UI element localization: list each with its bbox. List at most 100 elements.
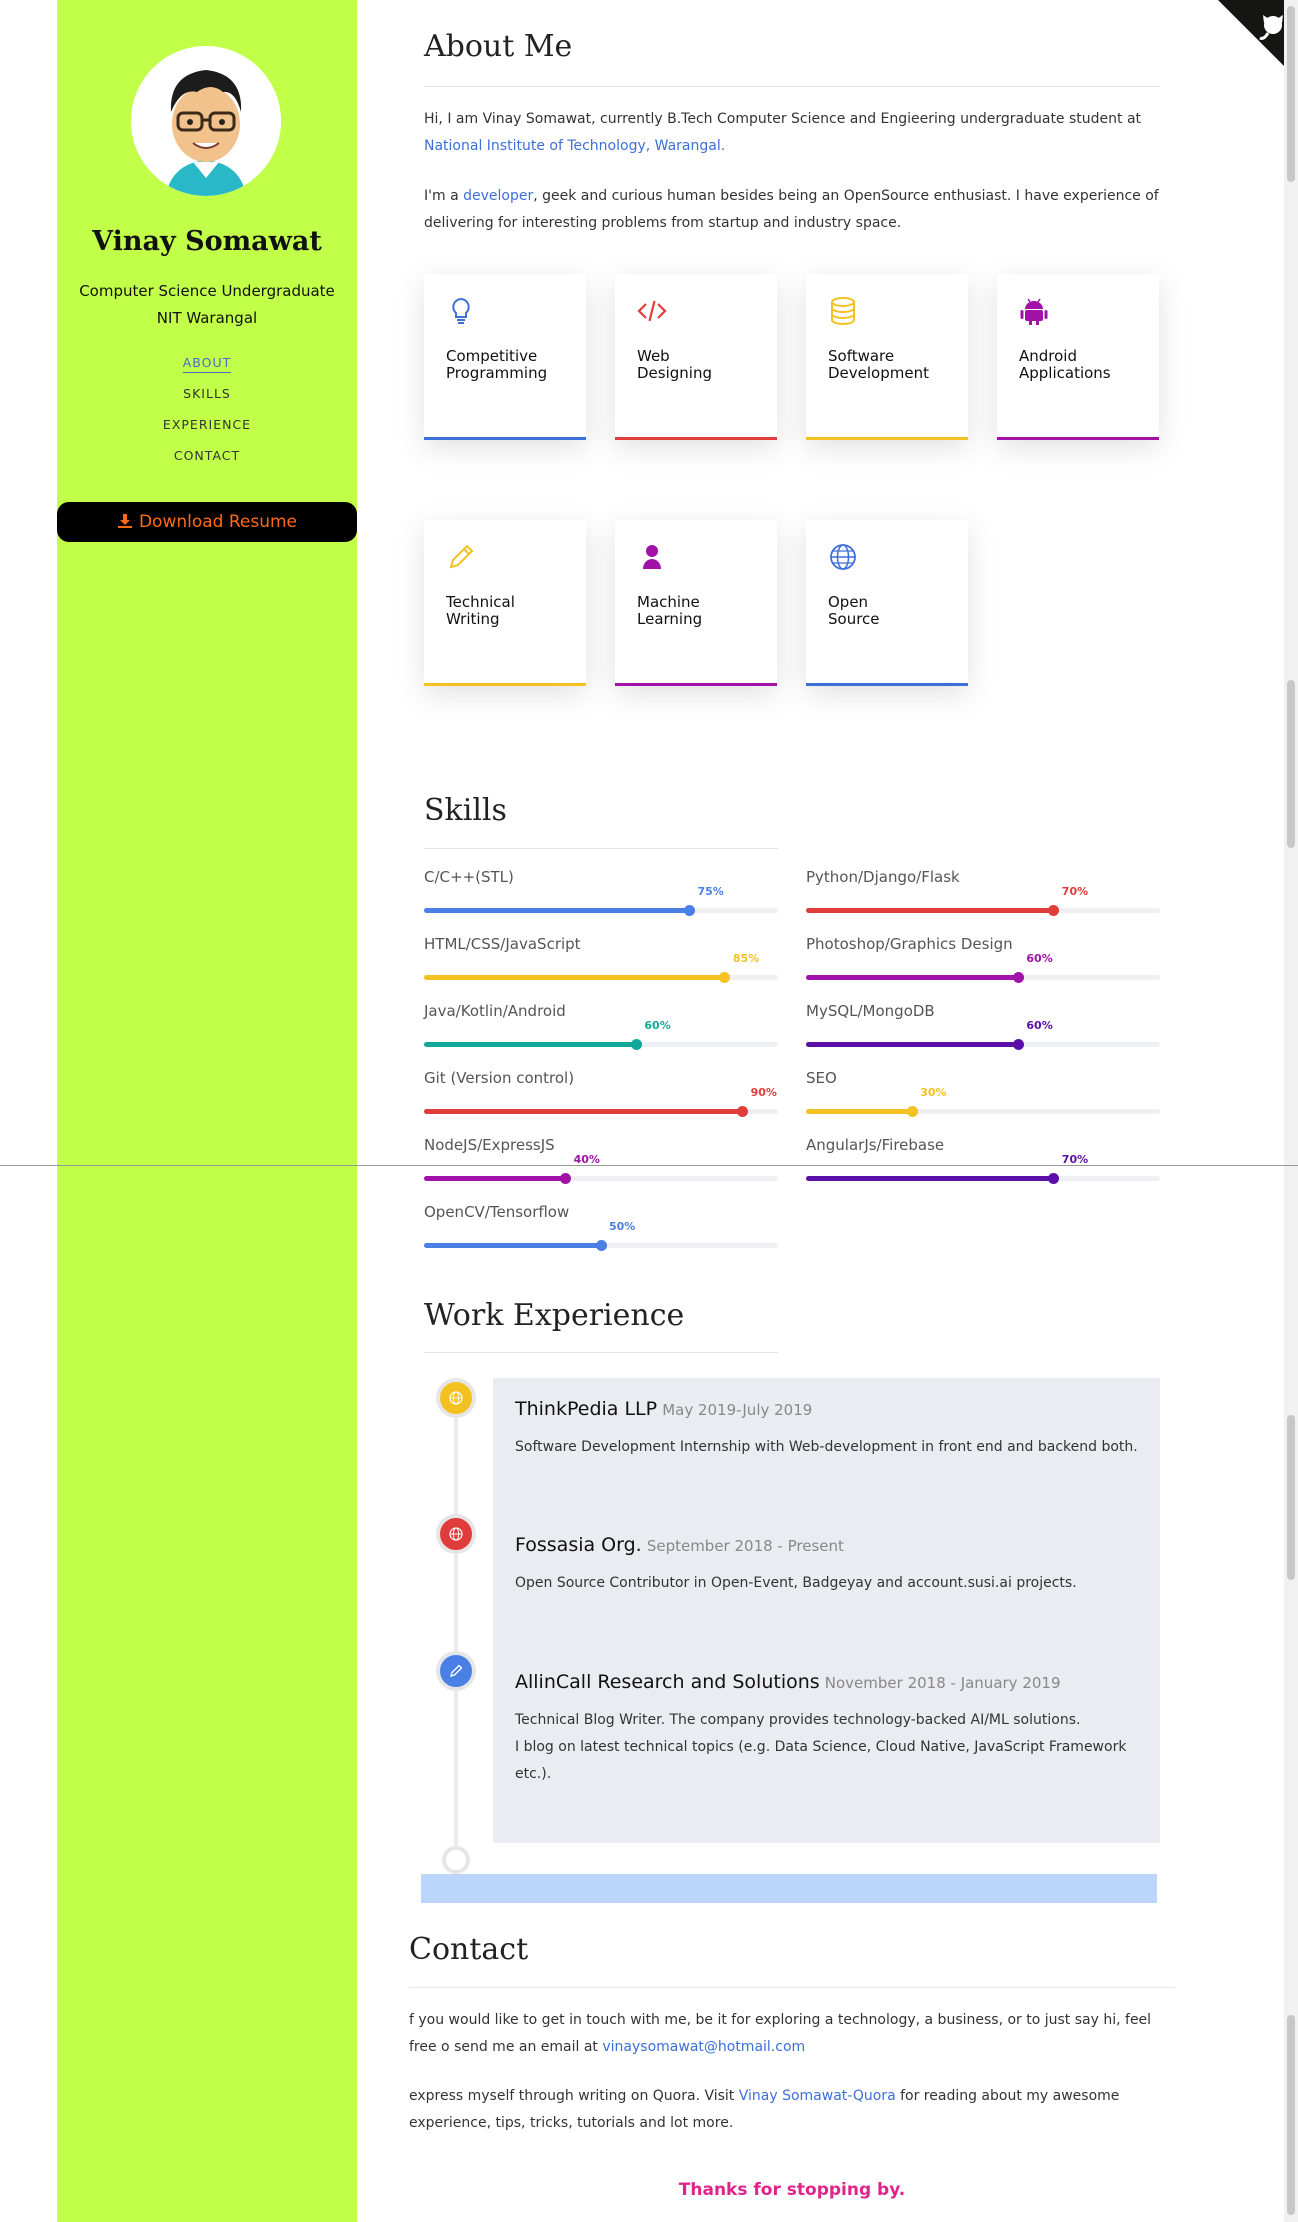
globe-icon bbox=[449, 1527, 463, 1541]
sidebar: Vinay Somawat Computer Science Undergrad… bbox=[57, 0, 357, 2222]
timeline-end-node bbox=[442, 1846, 470, 1874]
skill-fill bbox=[424, 908, 690, 913]
skill-track bbox=[424, 1172, 778, 1184]
skill-knob bbox=[630, 1038, 642, 1050]
card-web-designing[interactable]: Web Designing bbox=[615, 274, 777, 440]
email-link[interactable]: vinaysomawat@hotmail.com bbox=[602, 2039, 805, 2055]
skill-knob bbox=[595, 1239, 607, 1251]
pencil-icon bbox=[449, 544, 474, 569]
skill-bar: C/C++(STL) 75% bbox=[424, 868, 778, 935]
quora-intro-text: express myself through writing on Quora.… bbox=[409, 2088, 735, 2104]
skill-name: HTML/CSS/JavaScript bbox=[424, 935, 581, 953]
skill-percent: 90% bbox=[750, 1086, 777, 1099]
skill-knob bbox=[1012, 971, 1024, 983]
profile-tagline: Computer Science Undergraduate NIT Waran… bbox=[57, 278, 357, 332]
skills-divider bbox=[424, 848, 778, 849]
card-accent-bar bbox=[997, 437, 1159, 440]
contact-paragraph-1: f you would like to get in touch with me… bbox=[409, 2007, 1161, 2061]
timeline-node-2 bbox=[436, 1514, 476, 1554]
skill-bar: Python/Django/Flask 70% bbox=[806, 868, 1160, 935]
about-p2-prefix: I'm a bbox=[424, 188, 464, 204]
profile-name: Vinay Somawat bbox=[92, 226, 322, 257]
code-icon bbox=[637, 300, 667, 322]
pencil-icon bbox=[450, 1664, 463, 1677]
skill-track bbox=[806, 904, 1160, 916]
card-machine-learning[interactable]: Machine Learning bbox=[615, 520, 777, 686]
skill-track bbox=[806, 1038, 1160, 1050]
scrollbar-thumb[interactable] bbox=[1287, 6, 1295, 182]
skill-name: MySQL/MongoDB bbox=[806, 1002, 935, 1020]
download-resume-button[interactable]: Download Resume bbox=[57, 502, 357, 542]
about-intro-text: Hi, I am Vinay Somawat, currently B.Tech… bbox=[424, 111, 1142, 127]
skill-knob bbox=[1012, 1038, 1024, 1050]
company-dates: May 2019-July 2019 bbox=[662, 1401, 813, 1419]
about-paragraph-1: Hi, I am Vinay Somawat, currently B.Tech… bbox=[424, 106, 1160, 160]
skill-fill bbox=[424, 1243, 601, 1248]
skill-fill bbox=[806, 975, 1019, 980]
database-icon bbox=[831, 297, 855, 325]
user-icon bbox=[643, 545, 661, 569]
scrollbar-thumb[interactable] bbox=[1287, 1415, 1295, 1580]
company-name: Fossasia Org. bbox=[515, 1534, 642, 1556]
sidebar-nav: ABOUT SKILLS EXPERIENCE CONTACT bbox=[57, 352, 357, 476]
card-competitive-programming[interactable]: Competitive Programming bbox=[424, 274, 586, 440]
contact-paragraph-2: express myself through writing on Quora.… bbox=[409, 2083, 1161, 2137]
card-open-source[interactable]: Open Source bbox=[806, 520, 968, 686]
skill-knob bbox=[1048, 1172, 1060, 1184]
timeline-line bbox=[454, 1398, 458, 1858]
skill-bar: MySQL/MongoDB 60% bbox=[806, 1002, 1160, 1069]
company-description: Open Source Contributor in Open-Event, B… bbox=[515, 1575, 1077, 1591]
company-description: Technical Blog Writer. The company provi… bbox=[515, 1712, 1127, 1782]
company-description: Software Development Internship with Web… bbox=[515, 1439, 1138, 1455]
skill-bar: Photoshop/Graphics Design 60% bbox=[806, 935, 1160, 1002]
skill-percent: 50% bbox=[609, 1220, 636, 1233]
skills-title: Skills bbox=[424, 793, 507, 828]
page-scrollbar[interactable] bbox=[1284, 0, 1298, 2222]
nav-item-about[interactable]: ABOUT bbox=[57, 352, 357, 383]
skill-bar: Java/Kotlin/Android 60% bbox=[424, 1002, 778, 1069]
android-icon bbox=[1020, 298, 1048, 325]
skill-percent: 30% bbox=[920, 1086, 947, 1099]
skill-fill bbox=[424, 1176, 566, 1181]
screenshot-seam bbox=[0, 1165, 1298, 1166]
skill-knob bbox=[560, 1172, 572, 1184]
skill-name: Java/Kotlin/Android bbox=[424, 1002, 566, 1020]
nav-item-contact[interactable]: CONTACT bbox=[57, 445, 357, 476]
contact-title: Contact bbox=[409, 1932, 529, 1967]
skill-track bbox=[424, 1239, 778, 1251]
card-label: Open Source bbox=[828, 593, 880, 628]
skill-percent: 60% bbox=[1026, 1019, 1053, 1032]
contact-divider bbox=[409, 1987, 1175, 1988]
nav-item-skills[interactable]: SKILLS bbox=[57, 383, 357, 414]
nav-item-experience[interactable]: EXPERIENCE bbox=[57, 414, 357, 445]
quora-link[interactable]: Vinay Somawat-Quora bbox=[739, 2088, 896, 2104]
tagline-role: Computer Science Undergraduate bbox=[79, 282, 335, 300]
skill-fill bbox=[424, 1042, 637, 1047]
skill-knob bbox=[906, 1105, 918, 1117]
developer-link[interactable]: developer bbox=[463, 188, 533, 204]
company-name: ThinkPedia LLP bbox=[515, 1398, 658, 1420]
experience-timeline: ThinkPedia LLP May 2019-July 2019 Softwa… bbox=[424, 1378, 1160, 1878]
skill-percent: 60% bbox=[644, 1019, 671, 1032]
card-label: Machine Learning bbox=[637, 593, 703, 628]
scrollbar-thumb[interactable] bbox=[1287, 680, 1295, 848]
skill-percent: 85% bbox=[732, 952, 760, 965]
skill-knob bbox=[737, 1105, 749, 1117]
card-technical-writing[interactable]: Technical Writing bbox=[424, 520, 586, 686]
scrollbar-thumb[interactable] bbox=[1287, 2015, 1295, 2215]
skill-knob bbox=[719, 971, 731, 983]
skill-fill bbox=[806, 1109, 913, 1114]
skill-track bbox=[424, 1038, 778, 1050]
skill-name: Python/Django/Flask bbox=[806, 868, 960, 886]
card-software-development[interactable]: Software Development bbox=[806, 274, 968, 440]
skill-knob bbox=[684, 904, 695, 916]
experience-item-fossasia: Fossasia Org. September 2018 - Present O… bbox=[515, 1534, 1145, 1597]
nitw-link[interactable]: National Institute of Technology, Warang… bbox=[424, 138, 725, 154]
card-accent-bar bbox=[806, 437, 968, 440]
skill-name: C/C++(STL) bbox=[424, 868, 514, 886]
card-accent-bar bbox=[615, 437, 777, 440]
experience-item-allincall: AllinCall Research and Solutions Novembe… bbox=[515, 1671, 1145, 1788]
skill-percent: 75% bbox=[697, 885, 724, 898]
card-android-applications[interactable]: Android Applications bbox=[997, 274, 1159, 440]
card-label: Software Development bbox=[828, 347, 929, 382]
